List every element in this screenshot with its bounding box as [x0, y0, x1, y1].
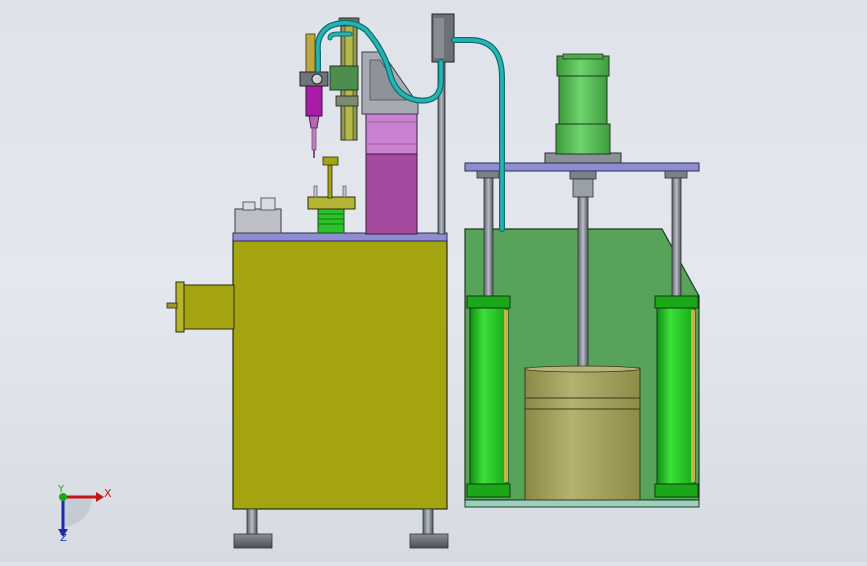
- workpiece-fixture: [307, 156, 356, 234]
- x-axis-arrowhead: [96, 492, 104, 502]
- cabinet-foot-left: [233, 508, 273, 549]
- y-axis-label: Y: [57, 484, 65, 495]
- material-drum: [524, 365, 641, 501]
- cabinet-foot-right: [409, 508, 449, 549]
- coordinate-triad: X Y Z: [57, 484, 112, 544]
- dispensing-syringe: [299, 33, 329, 158]
- dispensing-column-block: [365, 111, 418, 235]
- pneumatic-cylinder-right: [654, 295, 699, 498]
- gear-motor: [544, 53, 622, 164]
- x-axis-label: X: [104, 487, 112, 500]
- head-housing: [361, 51, 419, 115]
- z-axis-label: Z: [60, 533, 67, 544]
- pneumatic-cylinder-left: [466, 295, 511, 498]
- cad-viewport[interactable]: X Y Z: [0, 0, 867, 562]
- machine-drawing: X Y Z: [57, 13, 700, 549]
- side-port-fitting: [166, 281, 235, 333]
- hose-support-post: [431, 13, 455, 235]
- left-cabinet: [232, 232, 448, 510]
- control-box: [234, 197, 282, 234]
